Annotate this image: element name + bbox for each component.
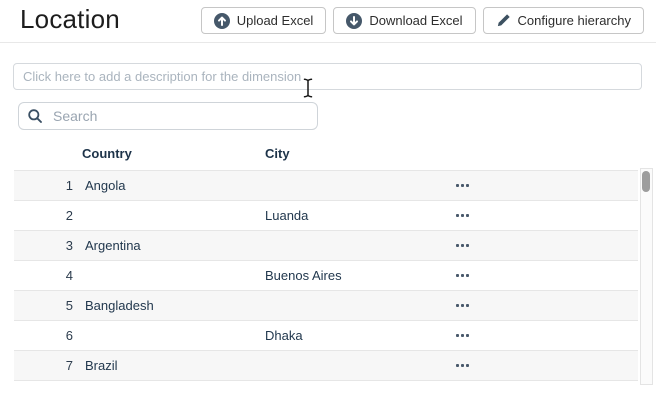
country-cell[interactable]: Argentina [85, 238, 253, 253]
country-cell[interactable]: Bangladesh [85, 298, 253, 313]
upload-circle-icon [214, 13, 230, 29]
dimension-page: Location Upload Excel Download Excel [0, 0, 656, 408]
vertical-scrollbar-track[interactable] [640, 168, 653, 385]
table-row[interactable]: 3 Argentina [14, 231, 638, 261]
row-options-button[interactable] [452, 298, 473, 313]
row-number: 4 [14, 268, 73, 283]
configure-hierarchy-label: Configure hierarchy [518, 13, 631, 28]
country-cell[interactable]: Brazil [85, 358, 253, 373]
description-input[interactable] [13, 63, 642, 90]
download-circle-icon [346, 13, 362, 29]
download-excel-label: Download Excel [369, 13, 462, 28]
header-divider [0, 42, 656, 43]
ellipsis-icon [456, 334, 459, 337]
vertical-scrollbar-thumb[interactable] [642, 171, 650, 192]
row-options-button[interactable] [452, 238, 473, 253]
upload-excel-label: Upload Excel [237, 13, 314, 28]
upload-excel-button[interactable]: Upload Excel [201, 7, 327, 34]
ellipsis-icon [456, 304, 459, 307]
toolbar: Upload Excel Download Excel Configure hi… [201, 7, 644, 34]
search-input[interactable] [18, 102, 318, 130]
search-box [18, 102, 318, 130]
table-row[interactable]: 4 Buenos Aires [14, 261, 638, 291]
table-header: Country City [14, 146, 638, 161]
table-row[interactable]: 5 Bangladesh [14, 291, 638, 321]
download-excel-button[interactable]: Download Excel [333, 7, 475, 34]
row-number: 1 [14, 178, 73, 193]
ellipsis-icon [456, 274, 459, 277]
row-options-button[interactable] [452, 178, 473, 193]
table-row[interactable]: 6 Dhaka [14, 321, 638, 351]
ellipsis-icon [456, 184, 459, 187]
table-row[interactable]: 7 Brazil [14, 351, 638, 381]
column-header-country: Country [82, 146, 253, 161]
table-body: 1 Angola 2 Luanda 3 Argentina [14, 170, 638, 381]
country-cell[interactable]: Angola [85, 178, 253, 193]
table-row[interactable]: 2 Luanda [14, 201, 638, 231]
city-cell[interactable]: Buenos Aires [265, 268, 435, 283]
city-cell[interactable]: Dhaka [265, 328, 435, 343]
ellipsis-icon [456, 214, 459, 217]
configure-hierarchy-button[interactable]: Configure hierarchy [483, 7, 644, 34]
ellipsis-icon [456, 364, 459, 367]
column-header-city: City [265, 146, 435, 161]
city-cell[interactable]: Luanda [265, 208, 435, 223]
row-options-button[interactable] [452, 358, 473, 373]
row-options-button[interactable] [452, 208, 473, 223]
ellipsis-icon [456, 244, 459, 247]
row-number: 2 [14, 208, 73, 223]
row-number: 5 [14, 298, 73, 313]
table-row[interactable]: 1 Angola [14, 171, 638, 201]
row-number: 6 [14, 328, 73, 343]
page-title: Location [20, 4, 120, 35]
row-number: 7 [14, 358, 73, 373]
row-options-button[interactable] [452, 328, 473, 343]
row-number: 3 [14, 238, 73, 253]
row-options-button[interactable] [452, 268, 473, 283]
pencil-icon [496, 13, 511, 28]
